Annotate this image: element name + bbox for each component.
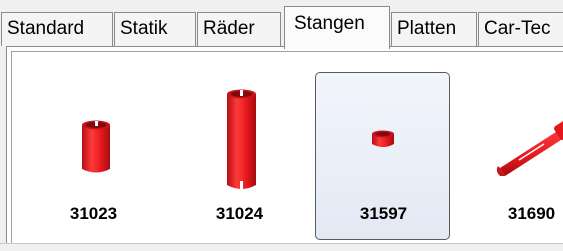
tab-label: Standard [7, 18, 85, 39]
tab-strip: Standard Statik Räder Stangen Platten Ca… [0, 0, 563, 49]
part-item-31023[interactable]: 31023 [26, 72, 161, 240]
part-item-31690[interactable]: 31690 [464, 72, 563, 240]
panel-bottom-border [0, 243, 563, 244]
tab-raeder[interactable]: Räder [197, 12, 281, 46]
short-red-tube-icon [82, 120, 110, 173]
tab-standard[interactable]: Standard [1, 12, 113, 46]
parts-list: 31023 31024 31597 31690 [11, 51, 563, 243]
tab-platten[interactable]: Platten [391, 12, 477, 46]
parts-panel: 31023 31024 31597 31690 [6, 46, 563, 243]
tab-label: Statik [120, 18, 168, 39]
part-item-31597[interactable]: 31597 [315, 72, 450, 240]
part-number: 31597 [359, 204, 408, 223]
red-axle-pin-icon [496, 120, 563, 176]
part-number: 31023 [69, 204, 118, 223]
tab-label: Car-Tec [484, 18, 551, 39]
part-number: 31690 [507, 204, 556, 223]
part-number: 31024 [215, 204, 264, 223]
long-red-tube-icon [227, 89, 256, 189]
tab-stangen[interactable]: Stangen [284, 6, 390, 49]
part-item-31024[interactable]: 31024 [172, 72, 307, 240]
tab-label: Stangen [294, 13, 365, 34]
tab-label: Platten [397, 18, 457, 39]
tab-statik[interactable]: Statik [114, 12, 196, 46]
tab-car-tec[interactable]: Car-Tec [478, 12, 563, 46]
small-red-ring-icon [372, 130, 394, 147]
tab-label: Räder [203, 18, 255, 39]
